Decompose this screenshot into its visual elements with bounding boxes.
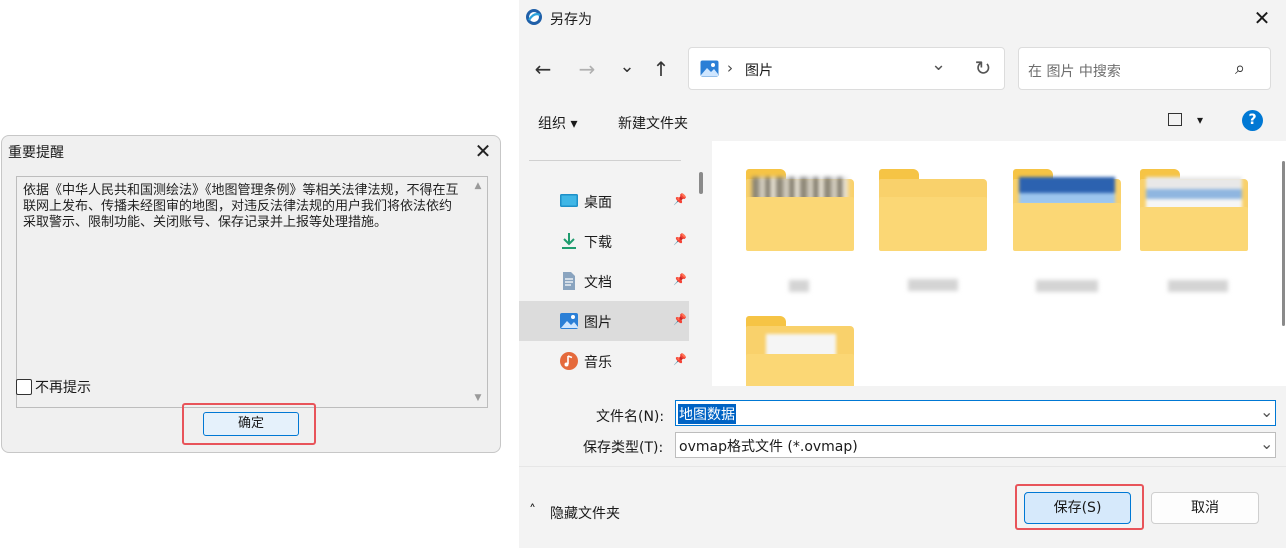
folder-item[interactable] xyxy=(879,169,987,251)
folder-item[interactable] xyxy=(746,316,854,386)
pictures-icon xyxy=(700,60,719,77)
breadcrumb-separator-icon: › xyxy=(727,59,733,77)
dialog-title: 另存为 xyxy=(550,12,592,28)
folder-item[interactable] xyxy=(1013,169,1121,251)
recent-locations-icon[interactable]: ⌄ xyxy=(613,53,641,81)
pictures-icon xyxy=(560,313,578,329)
up-arrow-icon[interactable]: ↑ xyxy=(647,55,675,83)
hide-folders-button[interactable]: 隐藏文件夹 xyxy=(550,503,620,523)
sidebar-item-label: 桌面 xyxy=(584,195,612,211)
folder-name xyxy=(1168,280,1228,292)
save-as-dialog: 另存为 ✕ ← → ⌄ ↑ › 图片 ⌄ ↻ 在 图片 中搜索 ⌕ 组织 ▾ 新… xyxy=(519,0,1286,548)
view-dropdown-icon[interactable]: ▾ xyxy=(1197,113,1203,127)
sidebar-item-music[interactable]: 音乐 📌 xyxy=(519,341,689,381)
desktop-icon xyxy=(560,194,578,207)
dont-show-again-checkbox[interactable] xyxy=(16,379,32,395)
save-options: 文件名(N): 地图数据 ⌄ 保存类型(T): ovmap格式文件 (*.ovm… xyxy=(519,386,1286,548)
pin-icon[interactable]: 📌 xyxy=(673,273,687,286)
forward-arrow-icon[interactable]: → xyxy=(573,55,601,83)
filename-field[interactable]: 地图数据 ⌄ xyxy=(675,400,1276,426)
address-bar[interactable]: › 图片 ⌄ xyxy=(688,47,1005,90)
folder-name xyxy=(908,279,958,291)
organize-button[interactable]: 组织 ▾ xyxy=(538,113,577,133)
sidebar-item-label: 下载 xyxy=(584,235,612,251)
pin-icon[interactable]: 📌 xyxy=(673,313,687,326)
back-arrow-icon[interactable]: ← xyxy=(529,55,557,83)
sidebar-item-pictures[interactable]: 图片 📌 xyxy=(519,301,689,341)
refresh-icon[interactable]: ↻ xyxy=(969,54,997,82)
view-mode-icon[interactable] xyxy=(1168,113,1182,126)
help-icon[interactable]: ? xyxy=(1242,110,1263,131)
navigation-pane: 桌面 📌 下载 📌 文档 📌 图片 📌 音乐 📌 xyxy=(519,141,697,386)
scroll-down-icon[interactable]: ▼ xyxy=(469,393,487,403)
save-button[interactable]: 保存(S) xyxy=(1024,492,1131,524)
pin-icon[interactable]: 📌 xyxy=(673,233,687,246)
sidebar-item-downloads[interactable]: 下载 📌 xyxy=(519,221,689,261)
ok-button[interactable]: 确定 xyxy=(203,412,299,436)
sidebar-item-label: 图片 xyxy=(584,315,612,331)
address-dropdown-icon[interactable]: ⌄ xyxy=(931,54,946,75)
pin-icon[interactable]: 📌 xyxy=(673,353,687,366)
close-icon[interactable]: ✕ xyxy=(1249,5,1275,31)
notice-title: 重要提醒 xyxy=(8,145,64,161)
music-icon xyxy=(560,352,578,370)
content-scrollbar[interactable] xyxy=(1282,161,1285,326)
document-icon xyxy=(563,272,575,290)
file-list-pane xyxy=(712,141,1286,386)
chevron-down-icon[interactable]: ⌄ xyxy=(1260,434,1273,453)
close-icon[interactable]: ✕ xyxy=(470,138,496,164)
filename-input[interactable]: 地图数据 xyxy=(678,404,736,424)
pin-icon[interactable]: 📌 xyxy=(673,193,687,206)
folder-item[interactable] xyxy=(1140,169,1248,251)
cancel-button[interactable]: 取消 xyxy=(1151,492,1259,524)
folder-name xyxy=(1036,280,1098,292)
sidebar-scrollbar[interactable] xyxy=(699,172,703,194)
search-box[interactable]: 在 图片 中搜索 ⌕ xyxy=(1018,47,1271,90)
notice-dialog: 重要提醒 ✕ 依据《中华人民共和国测绘法》《地图管理条例》等相关法律法规，不得在… xyxy=(1,135,501,453)
app-logo-icon xyxy=(526,9,542,25)
filetype-label: 保存类型(T): xyxy=(583,440,664,456)
chevron-down-icon[interactable]: ⌄ xyxy=(1260,402,1273,421)
notice-message-box[interactable]: 依据《中华人民共和国测绘法》《地图管理条例》等相关法律法规，不得在互联网上发布、… xyxy=(16,176,488,408)
filetype-select[interactable]: ovmap格式文件 (*.ovmap) ⌄ xyxy=(675,432,1276,458)
dont-show-again-label[interactable]: 不再提示 xyxy=(35,377,91,397)
filename-label: 文件名(N): xyxy=(596,409,665,425)
notice-message: 依据《中华人民共和国测绘法》《地图管理条例》等相关法律法规，不得在互联网上发布、… xyxy=(23,183,459,230)
filetype-value: ovmap格式文件 (*.ovmap) xyxy=(679,439,858,455)
folder-name xyxy=(789,280,809,292)
sidebar-item-label: 文档 xyxy=(584,275,612,291)
divider xyxy=(519,466,1286,467)
scroll-up-icon[interactable]: ▲ xyxy=(469,181,487,191)
scrollbar[interactable]: ▲ ▼ xyxy=(469,177,487,407)
breadcrumb-pictures[interactable]: 图片 xyxy=(745,60,773,80)
download-icon xyxy=(562,233,576,249)
sidebar-item-label: 音乐 xyxy=(584,355,612,371)
search-icon[interactable]: ⌕ xyxy=(1235,58,1245,79)
folder-item[interactable] xyxy=(746,169,854,251)
search-input[interactable]: 在 图片 中搜索 xyxy=(1028,61,1121,81)
new-folder-button[interactable]: 新建文件夹 xyxy=(618,113,688,133)
chevron-up-icon[interactable]: ˄ xyxy=(529,503,536,519)
divider xyxy=(529,160,681,161)
sidebar-item-desktop[interactable]: 桌面 📌 xyxy=(519,181,689,221)
sidebar-item-documents[interactable]: 文档 📌 xyxy=(519,261,689,301)
